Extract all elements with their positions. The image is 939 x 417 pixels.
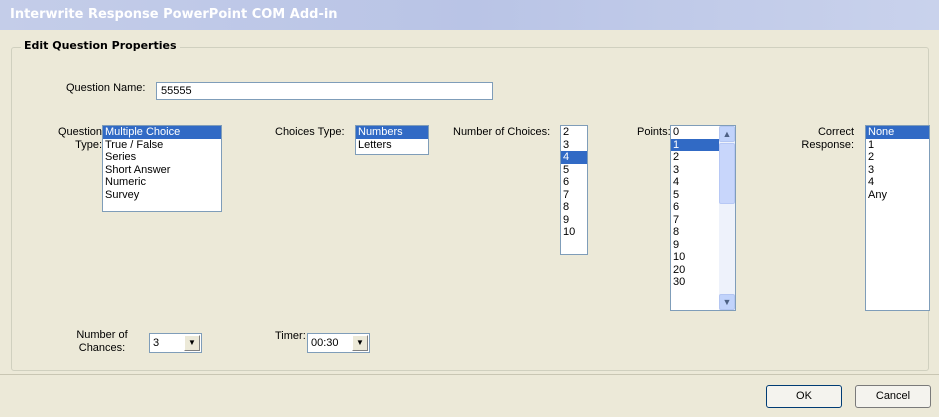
points-options: 0 1 2 3 4 5 6 7 8 9 10 20 30	[671, 126, 719, 289]
list-item[interactable]: 8	[671, 226, 719, 239]
number-of-chances-label: Number of Chances:	[72, 329, 132, 355]
group-legend: Edit Question Properties	[21, 39, 180, 52]
correct-response-label: Correct Response:	[788, 126, 854, 152]
list-item[interactable]: 9	[561, 214, 587, 227]
list-item[interactable]: 2	[561, 126, 587, 139]
scroll-up-arrow-icon[interactable]: ▲	[719, 126, 735, 142]
choices-type-label: Choices Type:	[275, 126, 345, 138]
timer-label: Timer:	[275, 330, 306, 342]
list-item[interactable]: 4	[561, 151, 587, 164]
list-item[interactable]: 3	[866, 164, 929, 177]
number-of-choices-options: 2 3 4 5 6 7 8 9 10	[561, 126, 587, 239]
number-of-choices-listbox[interactable]: 2 3 4 5 6 7 8 9 10	[560, 125, 588, 255]
list-item[interactable]: 3	[561, 139, 587, 152]
list-item[interactable]: 7	[561, 189, 587, 202]
list-item[interactable]: 4	[671, 176, 719, 189]
ok-button[interactable]: OK	[766, 385, 842, 408]
number-of-choices-label: Number of Choices:	[453, 126, 551, 138]
list-item[interactable]: Survey	[103, 189, 221, 202]
number-of-chances-value: 3	[153, 337, 160, 349]
list-item[interactable]: 9	[671, 239, 719, 252]
points-listbox[interactable]: 0 1 2 3 4 5 6 7 8 9 10 20 30 ▲ ▼	[670, 125, 736, 311]
list-item[interactable]: Any	[866, 189, 929, 202]
list-item[interactable]: 6	[671, 201, 719, 214]
question-name-label: Question Name:	[66, 82, 146, 94]
correct-response-label-line2: Response:	[801, 139, 854, 151]
question-type-options: Multiple Choice True / False Series Short A…	[103, 126, 221, 201]
title-bar[interactable]: Interwrite Response PowerPoint COM Add-i…	[0, 0, 939, 30]
list-item[interactable]: True / False	[103, 139, 221, 152]
points-scrollbar[interactable]: ▲ ▼	[719, 126, 735, 310]
list-item[interactable]: 2	[671, 151, 719, 164]
correct-response-options: None 1 2 3 4 Any	[866, 126, 929, 201]
list-item[interactable]: 1	[671, 138, 719, 151]
number-of-chances-label-line2: Chances:	[78, 342, 126, 354]
list-item[interactable]: 7	[671, 214, 719, 227]
list-item[interactable]: None	[866, 126, 929, 139]
list-item[interactable]: 6	[561, 176, 587, 189]
list-item[interactable]: 4	[866, 176, 929, 189]
question-type-label-line2: Type:	[75, 139, 102, 151]
list-item[interactable]: Numeric	[103, 176, 221, 189]
window-title: Interwrite Response PowerPoint COM Add-i…	[10, 7, 338, 22]
list-item[interactable]: 10	[561, 226, 587, 239]
list-item[interactable]: 2	[866, 151, 929, 164]
list-item[interactable]: Multiple Choice	[103, 126, 221, 139]
cancel-button[interactable]: Cancel	[855, 385, 931, 408]
list-item[interactable]: 20	[671, 264, 719, 277]
list-item[interactable]: Letters	[356, 139, 428, 152]
list-item[interactable]: 10	[671, 251, 719, 264]
list-item[interactable]: Numbers	[356, 126, 428, 139]
question-name-input[interactable]: 55555	[156, 82, 493, 100]
list-item[interactable]: 30	[671, 276, 719, 289]
separator	[0, 374, 939, 375]
timer-value: 00:30	[311, 337, 339, 349]
list-item[interactable]: 3	[671, 164, 719, 177]
correct-response-listbox[interactable]: None 1 2 3 4 Any	[865, 125, 930, 311]
list-item[interactable]: 5	[561, 164, 587, 177]
list-item[interactable]: 5	[671, 189, 719, 202]
question-type-label-line1: Question	[57, 126, 102, 138]
list-item[interactable]: Series	[103, 151, 221, 164]
points-label: Points:	[637, 126, 671, 138]
choices-type-options: Numbers Letters	[356, 126, 428, 151]
choices-type-listbox[interactable]: Numbers Letters	[355, 125, 429, 155]
chevron-down-icon[interactable]: ▼	[184, 335, 200, 351]
number-of-chances-label-line1: Number of	[76, 329, 128, 341]
question-type-label: Question Type:	[40, 126, 102, 152]
list-item[interactable]: Short Answer	[103, 164, 221, 177]
points-scroll-thumb[interactable]	[719, 143, 735, 204]
list-item[interactable]: 0	[671, 126, 719, 139]
number-of-chances-select[interactable]: 3 ▼	[149, 333, 202, 353]
list-item[interactable]: 8	[561, 201, 587, 214]
question-type-listbox[interactable]: Multiple Choice True / False Series Short A…	[102, 125, 222, 212]
list-item[interactable]: 1	[866, 139, 929, 152]
chevron-down-icon[interactable]: ▼	[352, 335, 368, 351]
timer-select[interactable]: 00:30 ▼	[307, 333, 370, 353]
scroll-down-arrow-icon[interactable]: ▼	[719, 294, 735, 310]
correct-response-label-line1: Correct	[817, 126, 854, 138]
